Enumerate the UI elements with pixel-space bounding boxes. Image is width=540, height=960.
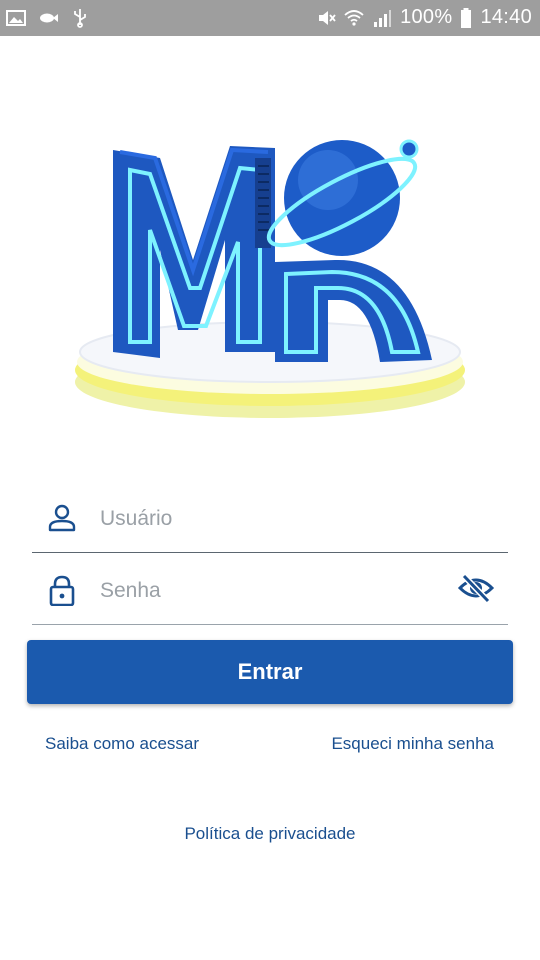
lock-icon <box>49 575 75 606</box>
password-field <box>32 554 508 625</box>
forgot-password-link[interactable]: Esqueci minha senha <box>331 734 494 754</box>
toggle-password-visibility-icon[interactable] <box>456 570 496 606</box>
battery-percent: 100% <box>400 6 453 28</box>
password-input[interactable] <box>98 572 442 610</box>
battery-icon <box>461 7 472 28</box>
clock: 14:40 <box>480 6 532 28</box>
fish-icon <box>40 13 58 23</box>
logo-planet <box>266 139 419 256</box>
username-input[interactable] <box>98 500 442 538</box>
person-icon <box>48 504 76 532</box>
how-to-access-link[interactable]: Saiba como acessar <box>45 734 199 754</box>
logo-letter-m <box>113 146 275 358</box>
status-bar: 100% 14:40 <box>0 0 540 36</box>
mute-icon <box>319 10 336 25</box>
signal-icon <box>374 9 392 27</box>
app-logo <box>75 139 465 418</box>
wifi-icon <box>344 9 364 26</box>
username-field <box>32 482 508 553</box>
privacy-policy-link[interactable]: Política de privacidade <box>0 824 540 844</box>
usb-icon <box>74 9 86 28</box>
login-button[interactable]: Entrar <box>27 640 513 704</box>
image-icon <box>6 10 26 26</box>
